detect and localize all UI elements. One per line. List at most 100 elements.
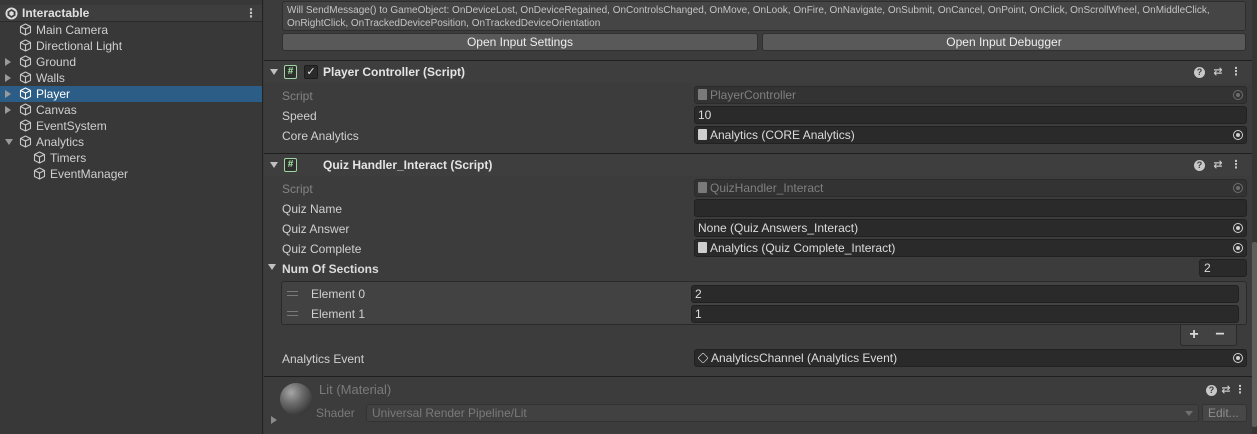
element-label: Element 0 xyxy=(311,287,366,301)
unity-scene-icon xyxy=(5,7,18,20)
hierarchy-item-label: EventSystem xyxy=(36,119,107,133)
gameobject-cube-icon xyxy=(19,87,32,100)
hierarchy-item-label: Timers xyxy=(50,151,87,165)
quiz-handler-header[interactable]: # Quiz Handler_Interact (Script) ? ⇄ ⋮ xyxy=(264,153,1252,176)
hierarchy-item-label: Player xyxy=(36,87,71,101)
gameobject-cube-icon xyxy=(19,23,32,36)
hierarchy-item-ground[interactable]: Ground xyxy=(0,54,262,70)
sections-count-field[interactable]: 2 xyxy=(1199,259,1247,277)
script-label: Script xyxy=(282,89,313,103)
hierarchy-item-eventsystem[interactable]: EventSystem xyxy=(0,118,262,134)
core-analytics-value: Analytics (CORE Analytics) xyxy=(710,128,855,142)
hierarchy-panel: Interactable ⋮ Main Camera Directional Li… xyxy=(0,0,263,434)
component-menu-icon[interactable]: ⋮ xyxy=(1230,158,1242,172)
quiz-name-label: Quiz Name xyxy=(282,202,343,216)
inspector-scrollbar[interactable] xyxy=(1252,0,1257,434)
gameobject-cube-icon xyxy=(19,103,32,116)
analytics-event-label: Analytics Event xyxy=(282,352,365,366)
foldout-arrow-icon[interactable] xyxy=(270,162,278,168)
cs-script-icon: # xyxy=(284,158,297,172)
object-picker-icon[interactable] xyxy=(1233,130,1243,140)
quiz-answer-field[interactable]: None (Quiz Answers_Interact) xyxy=(694,219,1247,237)
core-analytics-label: Core Analytics xyxy=(282,129,359,143)
speed-field[interactable]: 10 xyxy=(694,106,1247,124)
script-field: QuizHandler_Interact xyxy=(694,179,1247,197)
edit-shader-button[interactable]: Edit... xyxy=(1202,404,1247,422)
component-enabled-checkbox[interactable]: ✓ xyxy=(304,65,318,79)
help-icon[interactable]: ? xyxy=(1206,385,1217,396)
speed-label: Speed xyxy=(282,109,317,123)
object-picker-icon xyxy=(1233,183,1243,193)
shader-dropdown[interactable]: Universal Render Pipeline/Lit xyxy=(366,404,1199,422)
open-input-settings-button[interactable]: Open Input Settings xyxy=(282,33,758,51)
gameobject-cube-icon xyxy=(19,55,32,68)
component-menu-icon[interactable]: ⋮ xyxy=(1230,65,1242,79)
scriptable-object-icon xyxy=(697,352,709,364)
object-picker-icon xyxy=(1233,90,1243,100)
object-picker-icon[interactable] xyxy=(1233,223,1243,233)
hierarchy-item-analytics[interactable]: Analytics xyxy=(0,134,262,150)
collapsed-arrow-icon[interactable] xyxy=(5,74,11,82)
hierarchy-item-eventmanager[interactable]: EventManager xyxy=(0,166,262,182)
open-input-debugger-button[interactable]: Open Input Debugger xyxy=(762,33,1246,51)
hierarchy-item-label: Walls xyxy=(36,71,65,85)
presets-icon[interactable]: ⇄ xyxy=(1212,65,1224,79)
collapsed-arrow-icon[interactable] xyxy=(5,106,11,114)
send-message-info: Will SendMessage() to GameObject: OnDevi… xyxy=(282,1,1246,31)
num-of-sections-label[interactable]: Num Of Sections xyxy=(282,262,379,276)
element-value-field[interactable]: 1 xyxy=(691,305,1239,323)
drag-handle-icon[interactable] xyxy=(287,291,298,296)
analytics-event-value: AnalyticsChannel (Analytics Event) xyxy=(711,351,898,365)
script-file-icon xyxy=(698,89,707,100)
component-menu-icon[interactable]: ⋮ xyxy=(1234,383,1246,397)
quiz-complete-field[interactable]: Analytics (Quiz Complete_Interact) xyxy=(694,239,1247,257)
quiz-complete-label: Quiz Complete xyxy=(282,242,362,256)
asset-file-icon xyxy=(698,242,707,253)
gameobject-cube-icon xyxy=(33,167,46,180)
hierarchy-item-directional-light[interactable]: Directional Light xyxy=(0,38,262,54)
scene-name: Interactable xyxy=(22,6,90,20)
hierarchy-item-canvas[interactable]: Canvas xyxy=(0,102,262,118)
quiz-complete-value: Analytics (Quiz Complete_Interact) xyxy=(710,241,896,255)
element-value-field[interactable]: 2 xyxy=(691,285,1239,303)
hierarchy-item-player[interactable]: Player xyxy=(0,86,262,102)
presets-icon[interactable]: ⇄ xyxy=(1212,158,1224,172)
chevron-down-icon xyxy=(1185,411,1193,416)
component-header-icons: ? ⇄ ⋮ xyxy=(1192,65,1250,79)
script-label: Script xyxy=(282,182,313,196)
object-picker-icon[interactable] xyxy=(1233,243,1243,253)
add-element-button[interactable]: + xyxy=(1186,326,1202,343)
expanded-arrow-icon[interactable] xyxy=(5,139,13,145)
script-file-icon xyxy=(698,182,707,193)
sections-foldout-icon[interactable] xyxy=(268,264,276,270)
gameobject-cube-icon xyxy=(19,71,32,84)
shader-label: Shader xyxy=(316,406,355,420)
player-controller-header[interactable]: # ✓ Player Controller (Script) ? ⇄ ⋮ xyxy=(264,60,1252,83)
scrollbar-thumb[interactable] xyxy=(1252,242,1257,427)
script-value: QuizHandler_Interact xyxy=(710,181,824,195)
scene-menu-icon[interactable]: ⋮ xyxy=(245,6,257,20)
hierarchy-item-label: Analytics xyxy=(36,135,85,149)
help-icon[interactable]: ? xyxy=(1194,67,1205,78)
core-analytics-field[interactable]: Analytics (CORE Analytics) xyxy=(694,126,1247,144)
presets-icon[interactable]: ⇄ xyxy=(1220,383,1232,397)
quiz-name-field[interactable] xyxy=(694,199,1247,217)
collapsed-arrow-icon[interactable] xyxy=(5,58,11,66)
gameobject-cube-icon xyxy=(19,119,32,132)
help-icon[interactable]: ? xyxy=(1194,160,1205,171)
hierarchy-item-label: Directional Light xyxy=(36,39,123,53)
collapsed-arrow-icon[interactable] xyxy=(5,90,11,98)
material-foldout-icon[interactable] xyxy=(271,416,277,424)
quiz-answer-label: Quiz Answer xyxy=(282,222,350,236)
quiz-answer-value: None (Quiz Answers_Interact) xyxy=(698,221,859,235)
material-title: Lit (Material) xyxy=(319,382,392,397)
hierarchy-item-main-camera[interactable]: Main Camera xyxy=(0,22,262,38)
drag-handle-icon[interactable] xyxy=(287,311,298,316)
object-picker-icon[interactable] xyxy=(1233,353,1243,363)
analytics-event-field[interactable]: AnalyticsChannel (Analytics Event) xyxy=(694,349,1247,367)
hierarchy-item-timers[interactable]: Timers xyxy=(0,150,262,166)
scene-header[interactable]: Interactable ⋮ xyxy=(0,5,262,22)
hierarchy-item-walls[interactable]: Walls xyxy=(0,70,262,86)
foldout-arrow-icon[interactable] xyxy=(270,69,278,75)
remove-element-button[interactable]: − xyxy=(1212,326,1228,343)
